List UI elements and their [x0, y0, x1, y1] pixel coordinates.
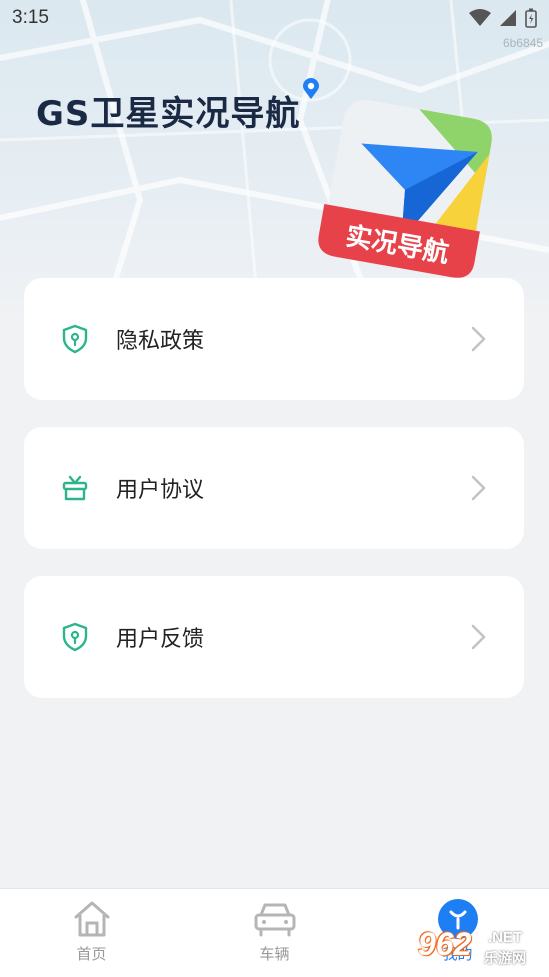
chevron-right-icon: [471, 326, 486, 352]
signal-icon: [500, 10, 516, 26]
bottom-navigation: 首页 车辆 我的: [0, 888, 549, 977]
app-logo: 实况导航: [318, 100, 492, 278]
nav-vehicle[interactable]: 车辆: [205, 889, 345, 964]
battery-icon: [525, 8, 537, 28]
user-agreement-item[interactable]: 用户协议: [24, 427, 524, 549]
shield-icon: [60, 324, 90, 354]
nav-home[interactable]: 首页: [22, 889, 162, 964]
nav-home-label: 首页: [76, 945, 107, 963]
status-time: 3:15: [12, 7, 49, 28]
device-id-watermark: 6b6845: [502, 36, 543, 50]
chevron-right-icon: [471, 624, 486, 650]
app-title: GS卫星实况导航: [36, 94, 301, 134]
user-feedback-item[interactable]: 用户反馈: [24, 576, 524, 698]
gift-icon: [60, 473, 90, 503]
nav-vehicle-label: 车辆: [259, 945, 290, 963]
status-icons: [469, 8, 537, 28]
location-pin-icon: [303, 78, 319, 99]
chevron-right-icon: [471, 475, 486, 501]
menu-item-label: 用户协议: [116, 478, 205, 503]
nav-mine-label: 我的: [442, 945, 473, 963]
shield-icon: [60, 622, 90, 652]
user-icon: [437, 899, 478, 939]
wifi-icon: [469, 9, 491, 26]
nav-mine[interactable]: 我的: [388, 889, 528, 964]
home-icon: [74, 901, 109, 937]
privacy-policy-item[interactable]: 隐私政策: [24, 278, 524, 400]
menu-item-label: 用户反馈: [116, 627, 205, 652]
car-icon: [254, 903, 295, 937]
status-bar: 3:15: [0, 0, 549, 36]
menu-item-label: 隐私政策: [116, 329, 205, 354]
